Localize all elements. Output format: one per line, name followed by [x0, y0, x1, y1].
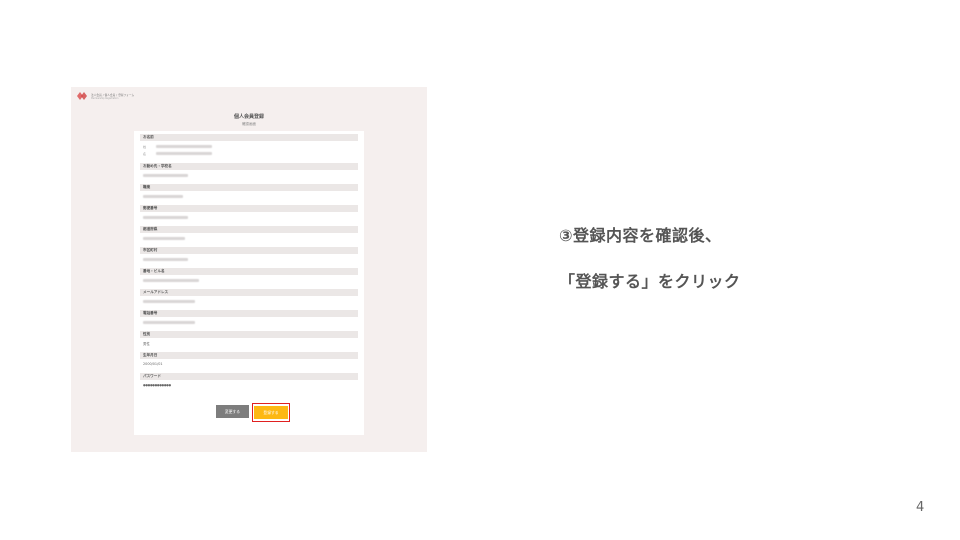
section-label: 番地・ビル名 [143, 269, 165, 273]
form-title: 個人会員登録 [233, 114, 264, 120]
section-password: パスワード ●●●●●●●●●●●● [140, 373, 358, 394]
masked-value [143, 321, 195, 324]
section-label: 職業 [143, 185, 151, 189]
section-header: 電話番号 [140, 310, 358, 317]
section-label: パスワード [143, 374, 161, 378]
section-header: 職業 [140, 184, 358, 191]
instruction-line-1: ③登録内容を確認後、 [559, 226, 722, 245]
section-prefecture: 都道府県 [140, 226, 358, 247]
section-label: 性別 [143, 332, 151, 336]
section-label: 市区町村 [143, 248, 158, 252]
section-value: 2000/01/01 [143, 362, 163, 366]
section-header: 性別 [140, 331, 358, 338]
section-label: メールアドレス [143, 290, 169, 294]
section-label: お名前 [143, 135, 154, 139]
masked-value [143, 258, 188, 261]
section-header: パスワード [140, 373, 358, 380]
confirmation-list: お名前 姓 名 お勤め先・学校名 職業 郵便番号 都道府県 市区町村 番地・ビル… [140, 134, 358, 394]
instruction-line-2: 「登録する」をクリック [559, 272, 741, 291]
section-header: メールアドレス [140, 289, 358, 296]
confirmation-card: お名前 姓 名 お勤め先・学校名 職業 郵便番号 都道府県 市区町村 番地・ビル… [134, 131, 364, 435]
mei-label: 名 [143, 152, 147, 156]
masked-value [143, 237, 185, 240]
masked-value [143, 216, 188, 219]
section-label: 生年月日 [143, 353, 158, 357]
logo: 法人会員 / 個人会員 / 登録フォーム Membership Registra… [76, 90, 136, 102]
masked-value [156, 152, 212, 155]
change-button[interactable]: 変更する [216, 405, 249, 418]
masked-value [143, 195, 183, 198]
section-occupation: 職業 [140, 184, 358, 205]
masked-value [143, 300, 195, 303]
section-header: お名前 [140, 134, 358, 141]
section-header: 都道府県 [140, 226, 358, 233]
section-label: 都道府県 [143, 227, 158, 231]
section-email: メールアドレス [140, 289, 358, 310]
section-header: お勤め先・学校名 [140, 163, 358, 170]
section-value: ●●●●●●●●●●●● [143, 383, 171, 387]
section-gender: 性別 男性 [140, 331, 358, 352]
page-number: 4 [916, 500, 925, 515]
register-button[interactable]: 登録する [254, 406, 288, 419]
section-label: 郵便番号 [143, 206, 158, 210]
section-phone: 電話番号 [140, 310, 358, 331]
section-header: 市区町村 [140, 247, 358, 254]
logo-icon [77, 92, 87, 100]
section-value: 男性 [143, 342, 150, 346]
section-label: 電話番号 [143, 311, 158, 315]
section-birthdate: 生年月日 2000/01/01 [140, 352, 358, 373]
registration-screenshot: 法人会員 / 個人会員 / 登録フォーム Membership Registra… [71, 87, 427, 452]
sei-label: 姓 [143, 145, 147, 149]
masked-value [143, 174, 188, 177]
masked-value [156, 145, 212, 148]
section-city: 市区町村 [140, 247, 358, 268]
section-postal-code: 郵便番号 [140, 205, 358, 226]
section-header: 生年月日 [140, 352, 358, 359]
section-header: 郵便番号 [140, 205, 358, 212]
section-label: お勤め先・学校名 [143, 164, 172, 168]
form-subtitle: 確認画面 [242, 122, 256, 126]
section-name: お名前 姓 名 [140, 134, 358, 163]
section-address: 番地・ビル名 [140, 268, 358, 289]
section-header: 番地・ビル名 [140, 268, 358, 275]
masked-value [143, 279, 199, 282]
button-row: 変更する 登録する [71, 403, 427, 423]
logo-subtext: Membership Registration [91, 97, 119, 100]
section-employer: お勤め先・学校名 [140, 163, 358, 184]
